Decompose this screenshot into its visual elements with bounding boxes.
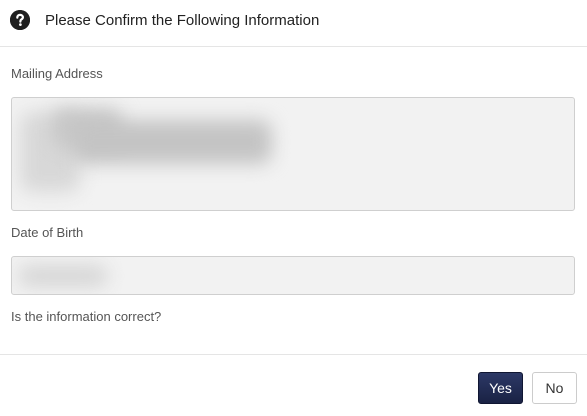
yes-button[interactable]: Yes bbox=[478, 372, 523, 404]
no-button[interactable]: No bbox=[532, 372, 577, 404]
date-of-birth-label: Date of Birth bbox=[11, 225, 84, 240]
redacted-blur bbox=[18, 265, 108, 287]
dialog-title: Please Confirm the Following Information bbox=[45, 12, 320, 29]
confirm-dialog: Please Confirm the Following Information… bbox=[0, 0, 587, 416]
footer-divider bbox=[0, 354, 587, 355]
date-of-birth-field bbox=[11, 256, 575, 295]
redacted-blur bbox=[72, 120, 272, 164]
confirmation-question: Is the information correct? bbox=[11, 309, 162, 324]
question-circle-icon bbox=[10, 10, 30, 30]
mailing-address-label: Mailing Address bbox=[11, 66, 103, 81]
mailing-address-field bbox=[11, 97, 575, 211]
dialog-header: Please Confirm the Following Information bbox=[0, 0, 587, 47]
